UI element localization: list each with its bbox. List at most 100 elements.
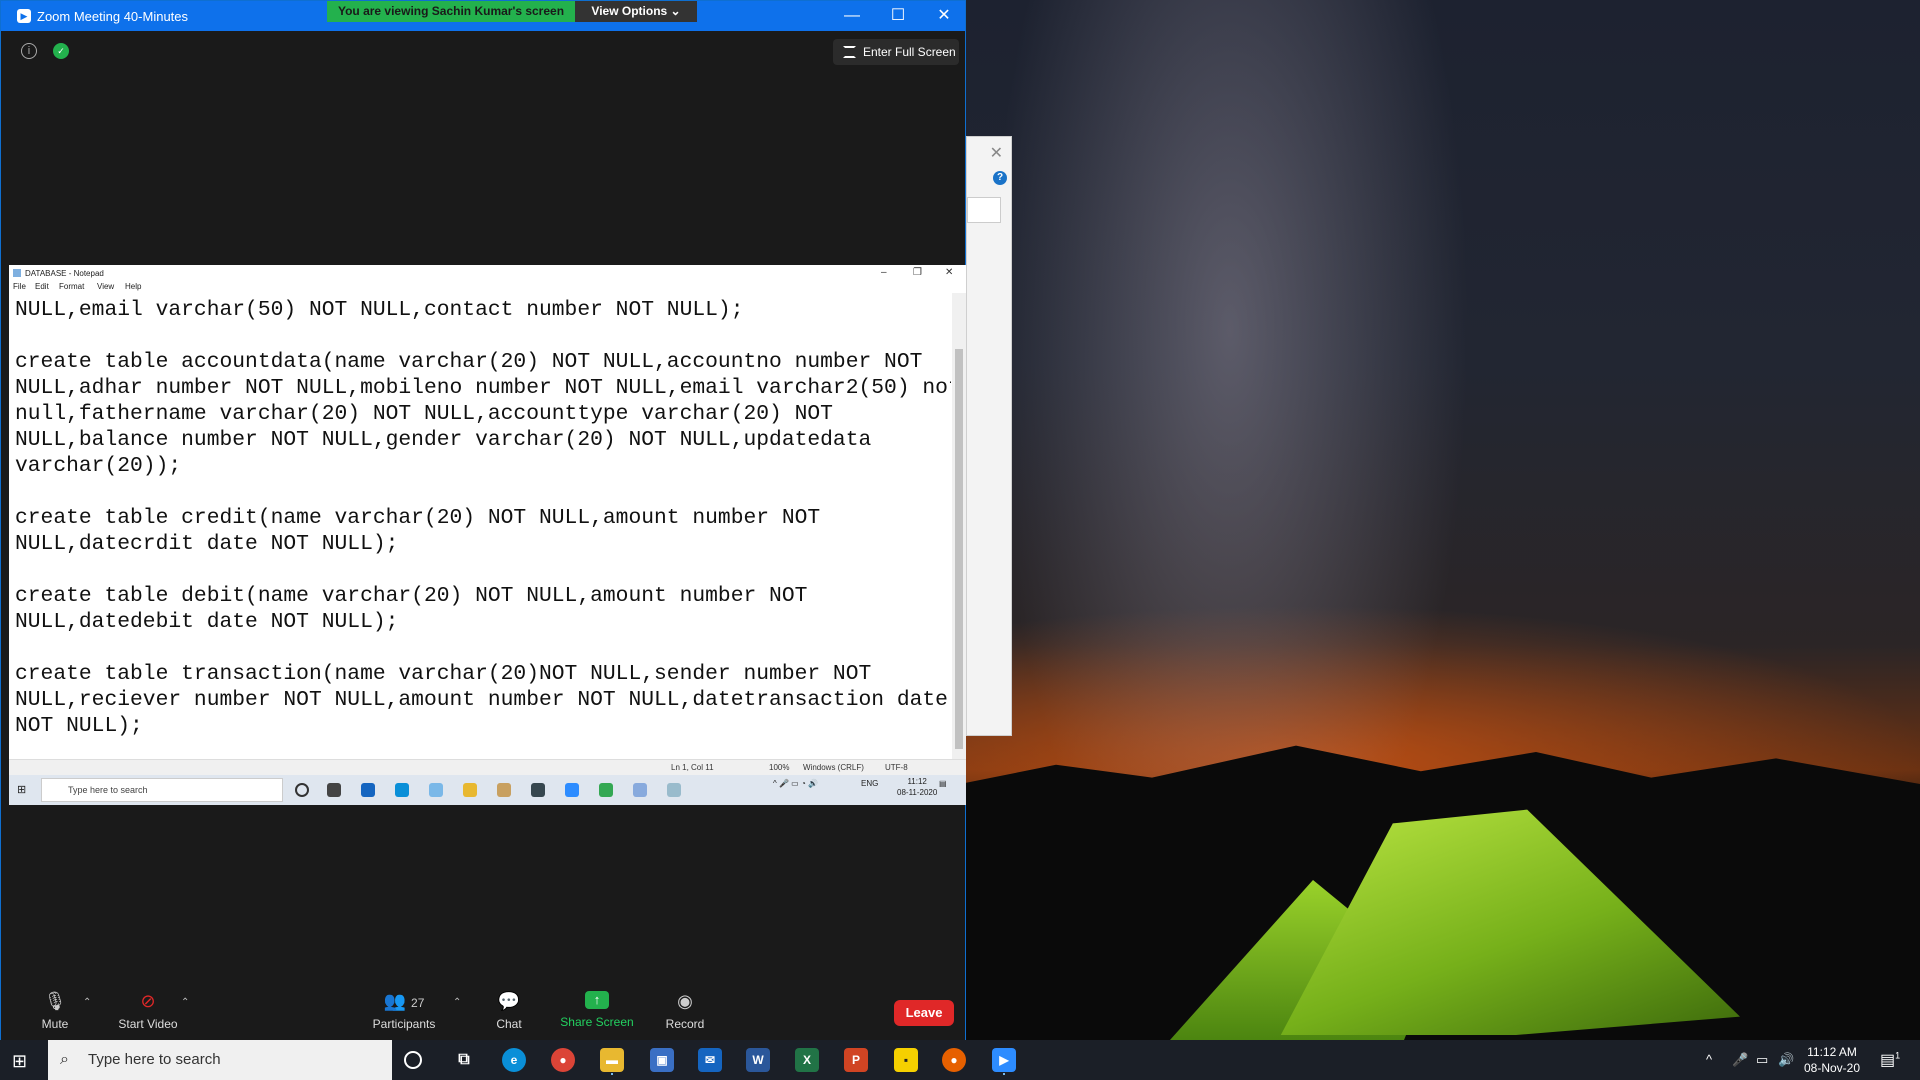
notification-icon: ▤ — [939, 779, 947, 788]
task-view-icon[interactable]: ⧉ — [452, 1048, 476, 1072]
chevron-up-icon[interactable]: ⌃ — [181, 997, 189, 1008]
chat-button[interactable]: 💬 Chat — [489, 991, 529, 1031]
close-icon[interactable]: ✕ — [990, 143, 1003, 163]
edge-icon[interactable]: e — [502, 1048, 526, 1072]
shared-taskbar: ⊞ Type here to search ^ 🎤 ▭ ◔ 🔊 ENG 11:1… — [9, 775, 966, 805]
mail-icon — [361, 783, 375, 797]
clock-date: 08-Nov-20 — [1804, 1061, 1861, 1075]
menu-help: Help — [125, 282, 142, 291]
app-icon — [429, 783, 443, 797]
firefox-icon[interactable]: ● — [942, 1048, 966, 1072]
shared-screen: DATABASE - Notepad – ❐ ✕ File Edit Forma… — [9, 265, 966, 805]
start-video-label: Start Video — [118, 1017, 178, 1031]
view-options-button[interactable]: View Options ⌄ — [575, 1, 697, 22]
file-explorer-icon — [463, 783, 477, 797]
app-icon — [497, 783, 511, 797]
store-icon[interactable]: ▣ — [650, 1048, 674, 1072]
file-explorer-icon[interactable]: ▬ — [600, 1048, 624, 1072]
network-icon[interactable]: ▭ — [1756, 1052, 1768, 1068]
mute-button[interactable]: 🎙 Mute — [35, 991, 75, 1031]
word-icon[interactable]: W — [746, 1048, 770, 1072]
volume-icon[interactable]: 🔊 — [1778, 1052, 1794, 1068]
notepad-status-bar: Ln 1, Col 11 100% Windows (CRLF) UTF-8 — [9, 759, 966, 775]
menu-view: View — [97, 282, 115, 291]
status-encoding: UTF-8 — [885, 763, 908, 772]
menu-edit: Edit — [35, 282, 49, 291]
sharing-banner: You are viewing Sachin Kumar's screen — [327, 1, 575, 22]
scroll-thumb — [955, 349, 963, 749]
notepad-icon — [13, 269, 21, 277]
restore-icon: ❐ — [913, 267, 922, 278]
status-position: Ln 1, Col 11 — [671, 763, 714, 772]
mute-label: Mute — [41, 1017, 69, 1031]
shared-date: 08-11-2020 — [897, 788, 938, 797]
video-off-icon: ⊘ — [140, 991, 156, 1011]
zoom-logo-icon: ▶ — [17, 9, 31, 23]
close-icon[interactable]: ✕ — [921, 1, 967, 31]
notepad-menu-bar: File Edit Format View Help — [9, 281, 966, 293]
participants-label: Participants — [372, 1017, 436, 1031]
app-icon — [599, 783, 613, 797]
shared-time: 11:12 — [907, 777, 927, 786]
minimize-icon[interactable]: — — [829, 1, 875, 31]
notepad-icon — [667, 783, 681, 797]
search-icon: ⌕ — [60, 1051, 69, 1068]
chrome-icon[interactable]: ● — [551, 1048, 575, 1072]
minimize-icon: – — [881, 267, 887, 278]
participants-button[interactable]: 👥 27 Participants — [369, 991, 439, 1031]
mail-icon[interactable]: ✉ — [698, 1048, 722, 1072]
fullscreen-icon — [843, 46, 856, 58]
windows-start-icon: ⊞ — [17, 784, 27, 796]
chevron-up-icon[interactable]: ⌃ — [453, 997, 461, 1008]
participants-icon: 👥 27 — [383, 991, 425, 1011]
microphone-icon: 🎙 — [43, 991, 67, 1011]
record-label: Record — [665, 1017, 705, 1031]
zoom-icon — [565, 783, 579, 797]
search-placeholder: Type here to search — [88, 1051, 221, 1068]
taskbar-search-box[interactable]: ⌕ Type here to search — [48, 1040, 392, 1080]
shield-icon[interactable]: ✓ — [53, 43, 69, 59]
action-center-icon[interactable]: ▤1 — [1880, 1050, 1900, 1070]
menu-format: Format — [59, 282, 85, 291]
fullscreen-label: Enter Full Screen — [863, 45, 956, 59]
share-screen-icon: ↑ — [585, 991, 609, 1009]
chat-icon: 💬 — [497, 991, 521, 1011]
zoom-toolbar: 🎙 Mute ⌃ ⊘ Start Video ⌃ 👥 27 Participan… — [1, 981, 965, 1041]
help-icon[interactable]: ? — [993, 171, 1007, 185]
maximize-icon[interactable]: ☐ — [875, 1, 921, 31]
cortana-icon[interactable] — [404, 1051, 422, 1069]
participants-count: 27 — [411, 996, 425, 1010]
cortana-icon — [295, 783, 309, 797]
status-zoom: 100% — [769, 763, 790, 772]
record-button[interactable]: ◉ Record — [661, 991, 709, 1031]
enter-fullscreen-button[interactable]: Enter Full Screen — [833, 39, 959, 65]
info-icon[interactable]: i — [21, 43, 37, 59]
language-indicator: ENG — [861, 779, 879, 788]
windows-start-icon[interactable]: ⊞ — [12, 1051, 27, 1072]
notepad-scrollbar — [952, 293, 966, 759]
dialog-input[interactable] — [967, 197, 1001, 223]
taskbar-clock[interactable]: 11:12 AM 08-Nov-20 — [1804, 1044, 1860, 1076]
chevron-up-icon[interactable]: ⌃ — [83, 997, 91, 1008]
chat-label: Chat — [496, 1017, 522, 1031]
zoom-icon[interactable]: ▶ — [992, 1048, 1016, 1072]
notepad-title-bar: DATABASE - Notepad – ❐ ✕ — [9, 265, 966, 281]
start-video-button[interactable]: ⊘ Start Video — [113, 991, 183, 1031]
status-line-ending: Windows (CRLF) — [803, 763, 864, 772]
notepad-title: DATABASE - Notepad — [25, 269, 104, 278]
sticky-notes-icon[interactable]: ▪ — [894, 1048, 918, 1072]
shared-search-box: Type here to search — [41, 778, 283, 802]
powerpoint-icon[interactable]: P — [844, 1048, 868, 1072]
record-icon: ◉ — [677, 991, 693, 1011]
share-screen-button[interactable]: ↑ Share Screen — [557, 991, 637, 1029]
clock-time: 11:12 AM — [1807, 1045, 1857, 1059]
leave-button[interactable]: Leave — [894, 1000, 954, 1026]
chevron-up-icon[interactable]: ^ — [1706, 1052, 1712, 1067]
microphone-icon[interactable]: 🎤 — [1732, 1052, 1748, 1068]
shared-clock: 11:12 08-11-2020 — [897, 776, 937, 798]
menu-file: File — [13, 282, 26, 291]
excel-icon[interactable]: X — [795, 1048, 819, 1072]
app-icon — [531, 783, 545, 797]
share-screen-label: Share Screen — [560, 1015, 634, 1029]
notepad-text-content: NULL,email varchar(50) NOT NULL,contact … — [15, 298, 951, 738]
